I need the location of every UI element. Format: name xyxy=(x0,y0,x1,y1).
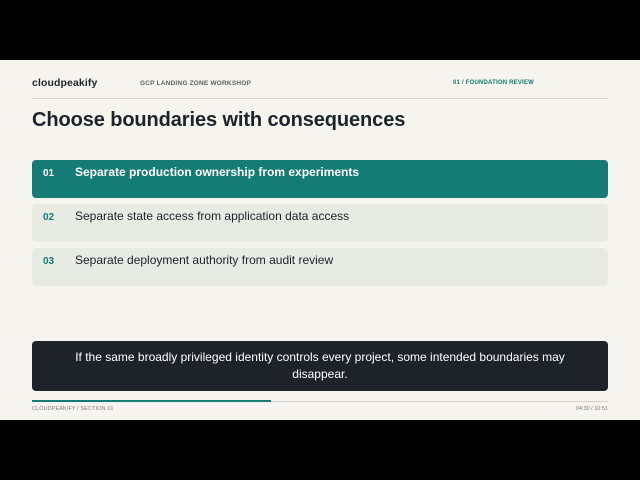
item-number: 03 xyxy=(43,256,55,267)
item-label: Separate production ownership from exper… xyxy=(75,165,360,179)
item-label: Separate state access from application d… xyxy=(75,209,350,223)
page-title: Choose boundaries with consequences xyxy=(32,109,406,131)
boundary-item-2: 02 Separate state access from applicatio… xyxy=(32,204,608,242)
caption-box: If the same broadly privileged identity … xyxy=(32,341,608,391)
workshop-title: GCP LANDING ZONE WORKSHOP xyxy=(140,80,252,87)
footer-section-label: CLOUDPEAKIFY / SECTION 01 xyxy=(32,406,114,412)
slide: cloudpeakify GCP LANDING ZONE WORKSHOP 0… xyxy=(0,60,640,420)
section-tag: 01 / FOUNDATION REVIEW xyxy=(453,80,534,86)
boundary-item-1: 01 Separate production ownership from ex… xyxy=(32,160,608,198)
progress-fill xyxy=(32,400,272,402)
item-number: 01 xyxy=(43,168,55,179)
item-number: 02 xyxy=(43,212,55,223)
boundary-item-3: 03 Separate deployment authority from au… xyxy=(32,248,608,286)
item-label: Separate deployment authority from audit… xyxy=(75,253,334,267)
caption-text: If the same broadly privileged identity … xyxy=(75,349,565,382)
brand-name: cloudpeakify xyxy=(32,77,98,89)
slide-header: cloudpeakify GCP LANDING ZONE WORKSHOP 0… xyxy=(32,60,608,99)
progress-track[interactable] xyxy=(32,400,608,402)
video-timestamp: 04:30 / 10:51 xyxy=(575,406,608,412)
